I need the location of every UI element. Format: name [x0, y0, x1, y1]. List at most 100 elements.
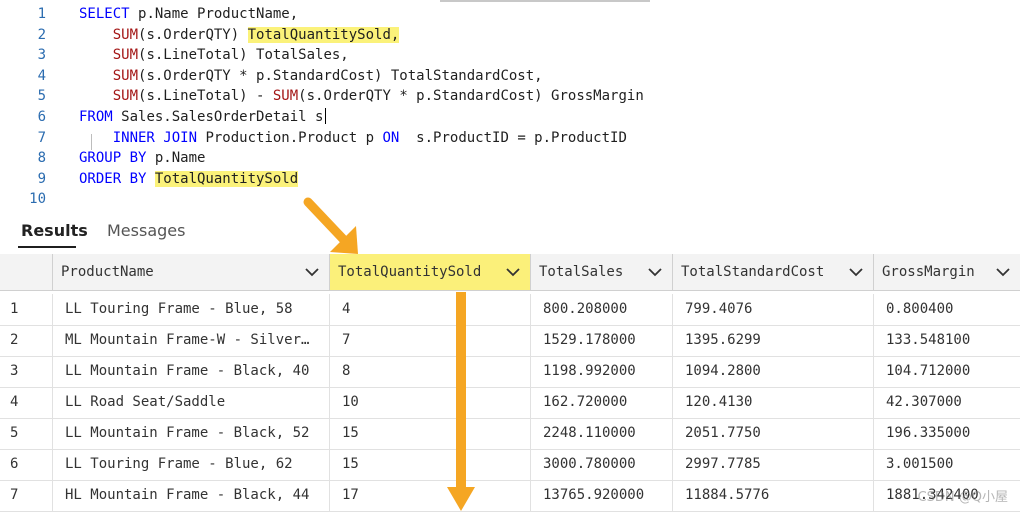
- table-cell[interactable]: 8: [330, 356, 531, 387]
- table-row[interactable]: 2 ML Mountain Frame-W - Silver… 7 1529.1780…: [0, 325, 1020, 357]
- table-row[interactable]: 7 HL Mountain Frame - Black, 44 17 13765.92…: [0, 480, 1020, 512]
- code-token: (s.OrderQTY): [138, 26, 248, 43]
- row-number-cell[interactable]: 2: [0, 325, 53, 356]
- table-cell[interactable]: 15: [330, 449, 531, 480]
- line-number: 4: [37, 67, 46, 84]
- row-number-cell[interactable]: 7: [0, 480, 53, 511]
- table-cell[interactable]: 133.548100: [874, 325, 1020, 356]
- code-token: s.ProductID = p.ProductID: [399, 129, 627, 146]
- table-cell[interactable]: 104.712000: [874, 356, 1020, 387]
- table-cell[interactable]: 0.800400: [874, 294, 1020, 325]
- sql-function: SUM: [112, 26, 139, 43]
- table-row[interactable]: 6 LL Touring Frame - Blue, 62 15 3000.78000…: [0, 449, 1020, 481]
- column-header-grossmargin[interactable]: GrossMargin: [874, 254, 1020, 290]
- table-cell[interactable]: 1395.6299: [673, 325, 874, 356]
- table-cell[interactable]: 2997.7785: [673, 449, 874, 480]
- table-cell[interactable]: ML Mountain Frame-W - Silver…: [53, 325, 330, 356]
- code-line[interactable]: 6 FROM Sales.SalesOrderDetail s: [0, 107, 1020, 127]
- code-text: GROUP BY p.Name: [79, 148, 205, 168]
- active-tab-indicator: [18, 246, 76, 248]
- editor-horizontal-scrollbar[interactable]: [440, 0, 650, 2]
- table-cell[interactable]: 3000.780000: [531, 449, 673, 480]
- line-number: 3: [37, 47, 46, 64]
- table-cell[interactable]: 42.307000: [874, 387, 1020, 418]
- watermark: CSDN @Q小屋: [917, 490, 1008, 505]
- table-cell[interactable]: 120.4130: [673, 387, 874, 418]
- sql-function: SUM: [112, 88, 139, 105]
- line-number: 8: [37, 150, 46, 167]
- tab-results[interactable]: Results: [21, 221, 88, 240]
- table-cell[interactable]: 13765.920000: [531, 480, 673, 511]
- code-line[interactable]: 10: [0, 189, 1020, 209]
- results-grid[interactable]: ProductName TotalQuantitySold TotalSales…: [0, 254, 1020, 512]
- chevron-down-icon[interactable]: [849, 254, 863, 290]
- table-cell[interactable]: LL Road Seat/Saddle: [53, 387, 330, 418]
- table-cell[interactable]: 800.208000: [531, 294, 673, 325]
- sql-function: SUM: [112, 67, 139, 84]
- tab-messages[interactable]: Messages: [107, 221, 185, 240]
- table-row[interactable]: 5 LL Mountain Frame - Black, 52 15 2248.110…: [0, 418, 1020, 450]
- chevron-down-icon[interactable]: [648, 254, 662, 290]
- row-number-cell[interactable]: 6: [0, 449, 53, 480]
- line-number: 1: [37, 6, 46, 22]
- table-cell[interactable]: 162.720000: [531, 387, 673, 418]
- code-token: (s.OrderQTY * p.StandardCost) GrossMargi…: [298, 88, 644, 105]
- table-row[interactable]: 1 LL Touring Frame - Blue, 58 4 800.208000 7…: [0, 294, 1020, 326]
- table-cell[interactable]: 4: [330, 294, 531, 325]
- code-line[interactable]: 5 SUM(s.LineTotal) - SUM(s.OrderQTY * p.…: [0, 86, 1020, 106]
- table-row[interactable]: 3 LL Mountain Frame - Black, 40 8 1198.9920…: [0, 356, 1020, 388]
- code-token: (s.LineTotal) TotalSales,: [138, 47, 349, 64]
- table-cell[interactable]: LL Mountain Frame - Black, 40: [53, 356, 330, 387]
- column-header-label: TotalSales: [539, 264, 624, 280]
- row-number-cell[interactable]: 3: [0, 356, 53, 387]
- query-editor[interactable]: 1 SELECT p.Name ProductName, 2 SUM(s.Order…: [0, 0, 1020, 210]
- table-cell[interactable]: 196.335000: [874, 418, 1020, 449]
- chevron-down-icon[interactable]: [996, 254, 1010, 290]
- table-cell[interactable]: 15: [330, 418, 531, 449]
- sql-keyword: ON: [382, 129, 400, 146]
- sql-function: SUM: [272, 88, 299, 105]
- table-cell[interactable]: LL Touring Frame - Blue, 62: [53, 449, 330, 480]
- code-line[interactable]: 4 SUM(s.OrderQTY * p.StandardCost) Total…: [0, 66, 1020, 86]
- code-line[interactable]: 7 INNER JOIN Production.Product p ON s.P…: [0, 128, 1020, 148]
- code-line[interactable]: 3 SUM(s.LineTotal) TotalSales,: [0, 45, 1020, 65]
- line-number: 10: [29, 191, 46, 208]
- row-number-cell[interactable]: 5: [0, 418, 53, 449]
- code-text: SUM(s.OrderQTY) TotalQuantitySold,: [79, 25, 400, 45]
- table-cell[interactable]: 10: [330, 387, 531, 418]
- table-cell[interactable]: 2051.7750: [673, 418, 874, 449]
- code-token: Sales.SalesOrderDetail s: [121, 109, 324, 125]
- code-text: ORDER BY TotalQuantitySold: [79, 169, 299, 189]
- table-cell[interactable]: 11884.5776: [673, 480, 874, 511]
- chevron-down-icon[interactable]: [506, 254, 520, 290]
- table-cell[interactable]: 17: [330, 480, 531, 511]
- table-cell[interactable]: 3.001500: [874, 449, 1020, 480]
- code-text: FROM Sales.SalesOrderDetail s: [79, 107, 323, 127]
- code-line[interactable]: 8 GROUP BY p.Name: [0, 148, 1020, 168]
- code-text: SUM(s.LineTotal) - SUM(s.OrderQTY * p.St…: [79, 86, 644, 106]
- code-line[interactable]: 9 ORDER BY TotalQuantitySold: [0, 169, 1020, 189]
- table-cell[interactable]: 7: [330, 325, 531, 356]
- table-cell[interactable]: LL Mountain Frame - Black, 52: [53, 418, 330, 449]
- row-number-cell[interactable]: 1: [0, 294, 53, 325]
- row-number-cell[interactable]: 4: [0, 387, 53, 418]
- table-row[interactable]: 4 LL Road Seat/Saddle 10 162.720000 120.4130…: [0, 387, 1020, 419]
- column-header-totalsales[interactable]: TotalSales: [531, 254, 673, 290]
- code-text: SUM(s.LineTotal) TotalSales,: [79, 45, 349, 65]
- table-cell[interactable]: 799.4076: [673, 294, 874, 325]
- table-cell[interactable]: 1094.2800: [673, 356, 874, 387]
- column-header-productname[interactable]: ProductName: [53, 254, 330, 290]
- arrow-down-icon: [447, 292, 475, 511]
- table-cell[interactable]: 1198.992000: [531, 356, 673, 387]
- code-line[interactable]: 2 SUM(s.OrderQTY) TotalQuantitySold,: [0, 25, 1020, 45]
- table-cell[interactable]: LL Touring Frame - Blue, 58: [53, 294, 330, 325]
- table-cell[interactable]: 2248.110000: [531, 418, 673, 449]
- code-line[interactable]: 1 SELECT p.Name ProductName,: [0, 4, 1020, 24]
- code-token: (s.LineTotal) -: [138, 88, 273, 105]
- table-cell[interactable]: 1529.178000: [531, 325, 673, 356]
- column-header-totalstandardcost[interactable]: TotalStandardCost: [673, 254, 874, 290]
- table-cell[interactable]: HL Mountain Frame - Black, 44: [53, 480, 330, 511]
